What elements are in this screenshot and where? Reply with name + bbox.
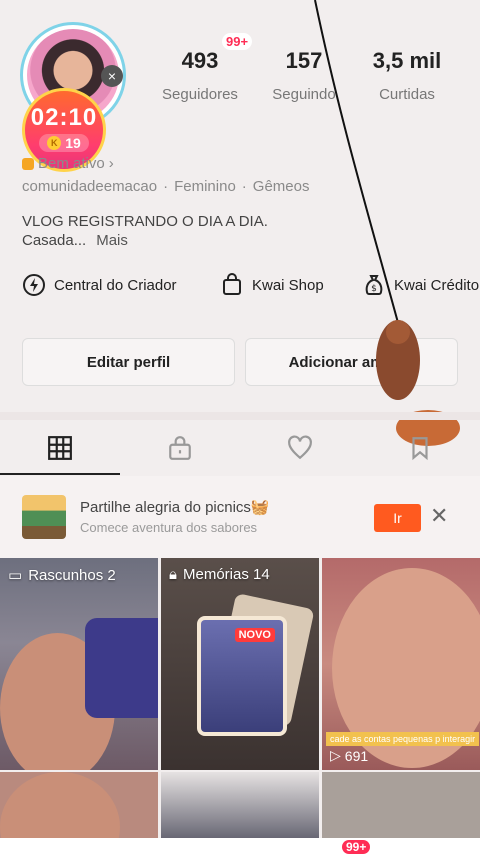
shortcut-label: Central do Criador xyxy=(54,276,177,294)
activity-label: Bem ativo xyxy=(38,155,105,172)
chevron-right-icon: › xyxy=(108,155,114,172)
creator-center-shortcut[interactable]: Central do Criador xyxy=(22,273,177,297)
thumbnail-pillow xyxy=(85,618,158,718)
drafts-label: ▭ Rascunhos 2 xyxy=(8,566,116,585)
video-tile[interactable]: cade as contas pequenas p interagir ▷ 69… xyxy=(322,558,480,770)
close-icon[interactable]: × xyxy=(101,65,123,87)
promo-subtitle: Comece aventura dos sabores xyxy=(80,520,258,535)
grid-icon xyxy=(48,436,72,460)
memories-tile[interactable]: NOVO 🔒︎ Memórias 14 xyxy=(161,558,319,770)
bookmark-icon xyxy=(412,437,428,461)
bio-text: Casada... xyxy=(22,232,87,249)
promo-go-button[interactable]: Ir xyxy=(374,504,421,532)
bio-line-2: Casada... Mais xyxy=(22,232,128,249)
drafts-tile[interactable]: ▭ Rascunhos 2 xyxy=(0,558,158,770)
bio-line: VLOG REGISTRANDO O DIA A DIA. xyxy=(22,213,268,230)
profile-tabs xyxy=(0,420,480,476)
profile-meta: comunidadeemacao · Feminino · Gêmeos xyxy=(22,178,310,195)
memory-card: NOVO xyxy=(197,616,287,736)
coin-icon: K xyxy=(47,136,62,150)
tab-grid[interactable] xyxy=(0,420,120,476)
shopping-bag-icon xyxy=(223,273,241,295)
drafts-icon: ▭ xyxy=(8,567,23,584)
bottom-navigation[interactable] xyxy=(0,838,480,854)
close-icon[interactable]: ✕ xyxy=(430,503,448,529)
view-count: ▷ 691 xyxy=(330,747,368,764)
tab-saved[interactable] xyxy=(360,420,480,476)
heart-icon xyxy=(288,435,312,460)
followers-count: 493 xyxy=(181,48,219,73)
bio-more-link[interactable]: Mais xyxy=(96,232,128,249)
lock-icon: 🔒︎ xyxy=(169,566,177,583)
view-count-text: 691 xyxy=(344,747,369,764)
lightning-icon xyxy=(23,274,45,296)
username: comunidadeemacao xyxy=(22,178,158,195)
followers-stat[interactable]: 493 Seguidores xyxy=(160,48,240,103)
gender: Feminino xyxy=(174,178,236,195)
drafts-text: Rascunhos 2 xyxy=(28,566,116,584)
edit-profile-button[interactable]: Editar perfil xyxy=(22,338,235,386)
new-badge: NOVO xyxy=(234,628,275,642)
memories-text: Memórias 14 xyxy=(182,566,270,583)
tab-private[interactable] xyxy=(120,420,240,476)
memories-label: 🔒︎ Memórias 14 xyxy=(169,566,270,583)
squirrel-sticker xyxy=(314,0,460,446)
lock-icon xyxy=(169,436,191,460)
active-tab-indicator xyxy=(0,473,120,475)
section-divider xyxy=(0,412,480,420)
promo-thumbnail xyxy=(22,495,66,539)
memory-photo: NOVO xyxy=(201,620,283,732)
video-caption: cade as contas pequenas p interagir xyxy=(326,732,480,746)
followers-label: Seguidores xyxy=(162,86,238,103)
tab-likes[interactable] xyxy=(240,420,360,476)
timer-text: 02:10 xyxy=(30,104,98,131)
coin-count: 19 xyxy=(65,135,81,151)
activity-status[interactable]: Bem ativo › xyxy=(22,155,114,172)
coin-counter: K 19 xyxy=(39,134,89,152)
activity-icon xyxy=(22,157,34,170)
play-icon: ▷ xyxy=(330,747,341,763)
promo-title: Partilhe alegria do picnics🧺 xyxy=(80,499,270,516)
messages-badge: 99+ xyxy=(342,840,371,854)
